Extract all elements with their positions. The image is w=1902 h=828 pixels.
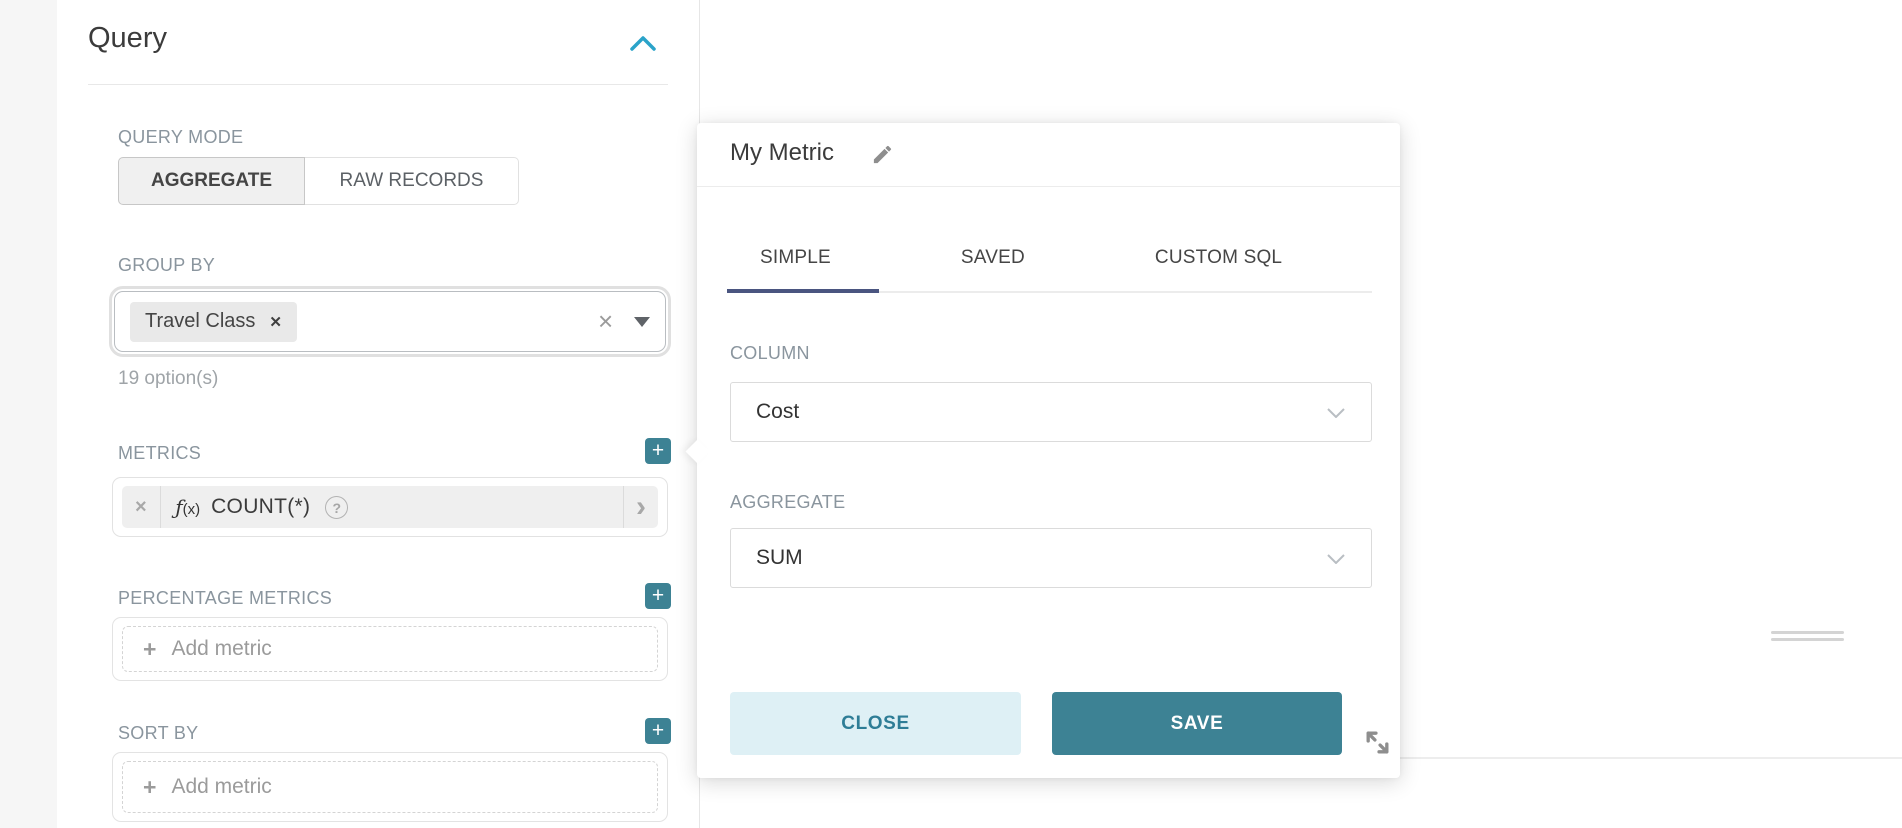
add-metric-placeholder: Add metric <box>171 775 271 799</box>
column-select[interactable]: Cost <box>730 382 1372 442</box>
metric-item[interactable]: × ƒ(x) COUNT(*) ? › <box>122 486 658 528</box>
clear-select-icon[interactable]: × <box>598 306 613 337</box>
active-tab-indicator <box>727 289 879 293</box>
chevron-down-icon <box>1327 554 1345 564</box>
group-by-tag-label: Travel Class <box>145 310 255 333</box>
sort-by-label: SORT BY <box>118 723 198 744</box>
save-button[interactable]: SAVE <box>1052 692 1342 755</box>
chevron-right-icon[interactable]: › <box>624 488 658 526</box>
close-button[interactable]: CLOSE <box>730 692 1021 755</box>
query-mode-label: QUERY MODE <box>118 127 243 148</box>
plus-icon: + <box>143 774 156 801</box>
group-by-options-hint: 19 option(s) <box>118 368 218 390</box>
chevron-up-icon[interactable] <box>630 36 656 51</box>
caret-down-icon[interactable] <box>634 317 650 335</box>
metric-name: COUNT(*) <box>211 495 310 519</box>
query-mode-toggle: AGGREGATE RAW RECORDS <box>118 157 519 205</box>
remove-tag-icon[interactable]: ✕ <box>269 313 282 331</box>
metrics-container: × ƒ(x) COUNT(*) ? › <box>112 477 668 537</box>
aggregate-select-value: SUM <box>756 546 803 570</box>
tab-simple[interactable]: SIMPLE <box>727 247 864 269</box>
metric-edit-popover: My Metric SIMPLE SAVED CUSTOM SQL COLUMN… <box>697 123 1400 778</box>
function-icon: ƒ(x) <box>175 495 200 519</box>
group-by-label: GROUP BY <box>118 255 215 276</box>
popover-header: My Metric <box>697 123 1400 187</box>
popover-title: My Metric <box>730 139 834 167</box>
left-gutter <box>0 0 57 828</box>
column-label: COLUMN <box>730 343 810 364</box>
chevron-down-icon <box>1327 408 1345 418</box>
tab-custom-sql[interactable]: CUSTOM SQL <box>1122 247 1315 269</box>
explore-screen: Query QUERY MODE AGGREGATE RAW RECORDS G… <box>0 0 1902 828</box>
aggregate-select[interactable]: SUM <box>730 528 1372 588</box>
metrics-label: METRICS <box>118 443 201 464</box>
panel-resize-grip[interactable] <box>1771 631 1844 642</box>
column-select-value: Cost <box>756 400 799 424</box>
add-sort-by-button[interactable]: + <box>645 718 671 744</box>
add-percentage-metric-button[interactable]: + <box>645 583 671 609</box>
plus-icon: + <box>143 636 156 663</box>
tab-saved[interactable]: SAVED <box>928 247 1058 269</box>
add-percentage-metric-dropzone[interactable]: + Add metric <box>122 626 658 672</box>
pill-divider <box>160 486 162 528</box>
aggregate-label: AGGREGATE <box>730 492 845 513</box>
add-sort-by-dropzone[interactable]: + Add metric <box>122 761 658 813</box>
popover-tabs: SIMPLE SAVED CUSTOM SQL <box>727 225 1372 291</box>
remove-metric-icon[interactable]: × <box>122 496 160 519</box>
query-mode-aggregate-button[interactable]: AGGREGATE <box>118 157 305 205</box>
query-section-title: Query <box>88 22 167 55</box>
sort-by-container: + Add metric <box>112 752 668 822</box>
group-by-tag[interactable]: Travel Class ✕ <box>130 302 297 342</box>
query-panel: Query QUERY MODE AGGREGATE RAW RECORDS G… <box>57 0 700 828</box>
chart-area-divider <box>1398 757 1902 759</box>
edit-title-pencil-icon[interactable] <box>871 143 894 166</box>
add-metric-button[interactable]: + <box>645 438 671 464</box>
percentage-metrics-label: PERCENTAGE METRICS <box>118 588 332 609</box>
section-divider <box>88 84 668 85</box>
group-by-select[interactable]: Travel Class ✕ × <box>114 291 666 352</box>
add-metric-placeholder: Add metric <box>171 637 271 661</box>
query-mode-raw-records-button[interactable]: RAW RECORDS <box>305 157 519 205</box>
resize-popover-icon[interactable] <box>1363 728 1392 757</box>
percentage-metrics-container: + Add metric <box>112 617 668 681</box>
help-icon[interactable]: ? <box>325 496 348 519</box>
